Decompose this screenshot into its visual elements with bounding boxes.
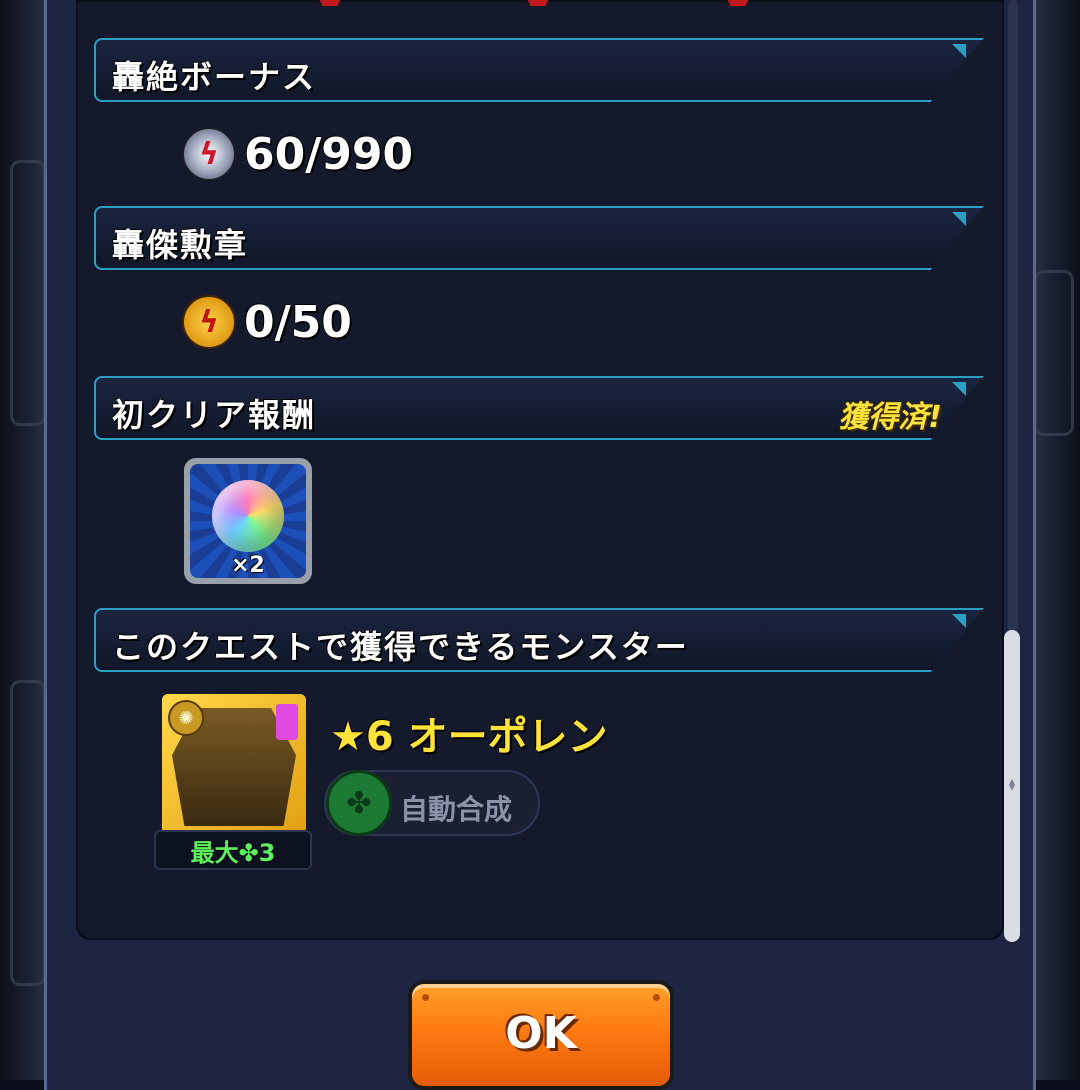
monster-portrait[interactable]: ✺ (162, 694, 306, 834)
scrollbar-grip-icon: ▴ ▾ (1008, 774, 1016, 794)
reward-item-background: ×2 (190, 464, 306, 578)
auto-fuse-label: 自動合成 (400, 793, 513, 826)
medal-value: 0/50 (244, 296, 352, 348)
lightning-medal-icon: ϟ (182, 295, 236, 349)
section-header-bonus: 轟絶ボーナス (94, 38, 984, 102)
max-clover-text: 最大✤3 (190, 838, 276, 867)
section-header-first-clear: 初クリア報酬 獲得済! (94, 376, 984, 440)
monster-element-tag (276, 704, 298, 740)
button-rivet (653, 994, 660, 1001)
obtained-badge: 獲得済! (838, 400, 942, 435)
medal-value-row: ϟ 0/50 (182, 294, 352, 350)
auto-fuse-button[interactable]: ✤ 自動合成 (324, 770, 540, 836)
background-decoration (1034, 270, 1074, 436)
section-title: 轟絶ボーナス (112, 58, 317, 96)
background-decoration (10, 680, 46, 986)
section-header-medal: 轟傑勲章 (94, 206, 984, 270)
bonus-value: 60/990 (244, 128, 414, 180)
background-decoration (10, 160, 46, 426)
monster-name: ★6 オーポレン (330, 714, 608, 760)
top-ornament (720, 0, 756, 6)
bonus-value-row: ϟ 60/990 (182, 126, 413, 182)
reward-quantity: ×2 (231, 553, 265, 578)
max-clover-label: 最大✤3 (154, 830, 312, 870)
scrollbar-thumb[interactable]: ▴ ▾ (1004, 630, 1020, 942)
section-header-monsters: このクエストで獲得できるモンスター (94, 608, 984, 672)
clover-icon: ✤ (326, 770, 392, 836)
ok-button[interactable]: OK (408, 980, 674, 1090)
monster-emblem-icon: ✺ (168, 700, 204, 736)
reward-item[interactable]: ×2 (184, 458, 312, 584)
section-title: 轟傑勲章 (112, 226, 249, 264)
lightning-bonus-icon: ϟ (182, 127, 236, 181)
background-frame-right (1030, 0, 1080, 1080)
button-rivet (422, 994, 429, 1001)
top-ornament (312, 0, 348, 6)
top-ornament (520, 0, 556, 6)
section-title: 初クリア報酬 (112, 396, 317, 434)
section-title: このクエストで獲得できるモンスター (112, 628, 689, 666)
rainbow-orb-icon (212, 480, 284, 552)
ok-button-label: OK (505, 1008, 577, 1059)
